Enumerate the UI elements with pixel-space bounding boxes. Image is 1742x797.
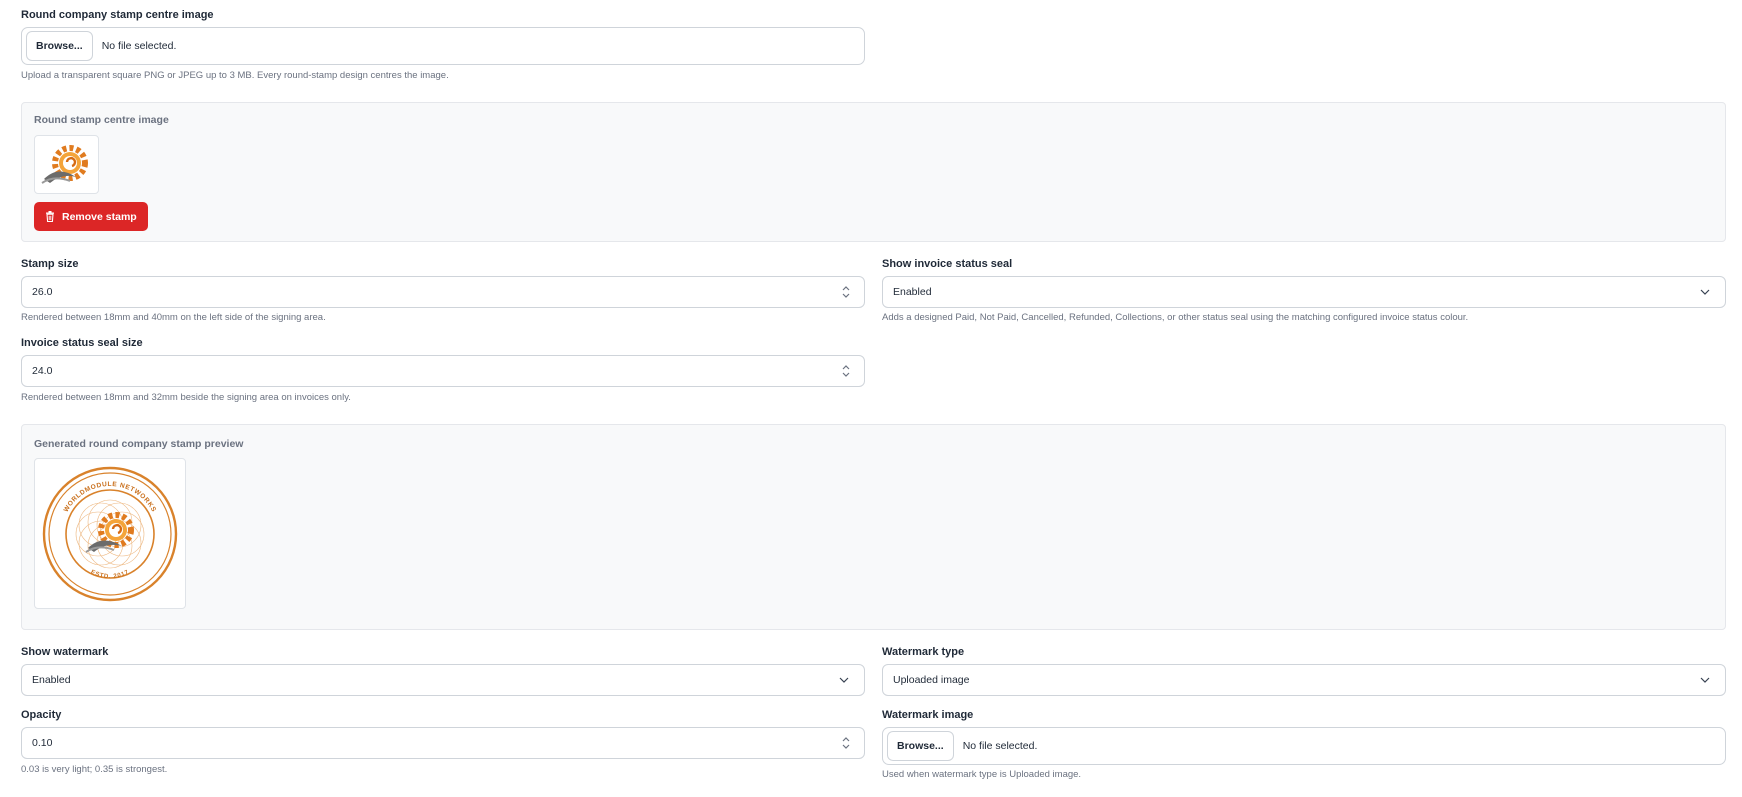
stamp-size-label: Stamp size: [21, 258, 79, 270]
remove-stamp-button[interactable]: Remove stamp: [34, 202, 148, 231]
status-seal-select[interactable]: Enabled: [882, 276, 1726, 308]
seal-size-label: Invoice status seal size: [21, 337, 143, 349]
number-spinner-icon[interactable]: [840, 734, 852, 752]
stamp-preview-title: Generated round company stamp preview: [34, 438, 244, 450]
opacity-value: 0.10: [32, 737, 53, 749]
stamp-upload-label: Round company stamp centre image: [21, 9, 214, 21]
watermark-type-selected: Uploaded image: [893, 674, 970, 686]
svg-text:ESTD. 2017: ESTD. 2017: [90, 569, 131, 580]
number-spinner-icon[interactable]: [840, 362, 852, 380]
centre-image-title: Round stamp centre image: [34, 114, 169, 126]
watermark-type-label: Watermark type: [882, 646, 965, 658]
opacity-input[interactable]: 0.10: [21, 727, 865, 759]
stamp-bottom-text: ESTD. 2017: [90, 569, 130, 580]
opacity-help: 0.03 is very light; 0.35 is strongest.: [21, 764, 168, 775]
watermark-image-label: Watermark image: [882, 709, 974, 721]
round-stamp-icon: WORLDMODULE NETWORKS ESTD. 2017: [42, 466, 178, 601]
centre-image-panel: Round stamp centre image Remove stamp: [21, 102, 1726, 242]
chevron-down-icon: [838, 674, 850, 686]
stamp-size-value: 26.0: [32, 286, 53, 298]
stamp-upload-help: Upload a transparent square PNG or JPEG …: [21, 70, 449, 81]
watermark-file-status: No file selected.: [962, 740, 1038, 752]
chevron-down-icon: [1699, 674, 1711, 686]
show-watermark-selected: Enabled: [32, 674, 71, 686]
status-seal-selected: Enabled: [893, 286, 932, 298]
stamp-top-text: WORLDMODULE NETWORKS: [63, 480, 157, 512]
watermark-image-help: Used when watermark type is Uploaded ima…: [882, 769, 1082, 780]
status-seal-help: Adds a designed Paid, Not Paid, Cancelle…: [882, 312, 1469, 323]
stamp-file-input[interactable]: Browse... No file selected.: [21, 27, 865, 65]
watermark-browse-button[interactable]: Browse...: [887, 731, 954, 761]
svg-text:WORLDMODULE NETWORKS: WORLDMODULE NETWORKS: [63, 480, 158, 512]
number-spinner-icon[interactable]: [840, 283, 852, 301]
watermark-file-input[interactable]: Browse... No file selected.: [882, 727, 1726, 765]
show-watermark-label: Show watermark: [21, 646, 109, 658]
seal-size-input[interactable]: 24.0: [21, 355, 865, 387]
gear-swirl-logo-icon: [40, 144, 88, 184]
trash-icon: [46, 211, 54, 222]
stamp-preview-panel: Generated round company stamp preview WO…: [21, 424, 1726, 630]
stamp-browse-button[interactable]: Browse...: [26, 31, 93, 61]
seal-size-value: 24.0: [32, 365, 53, 377]
remove-stamp-label: Remove stamp: [62, 210, 137, 223]
chevron-down-icon: [1699, 286, 1711, 298]
seal-size-help: Rendered between 18mm and 32mm beside th…: [21, 392, 351, 403]
opacity-label: Opacity: [21, 709, 62, 721]
show-watermark-select[interactable]: Enabled: [21, 664, 865, 696]
stamp-size-help: Rendered between 18mm and 40mm on the le…: [21, 312, 326, 323]
watermark-type-select[interactable]: Uploaded image: [882, 664, 1726, 696]
stamp-preview-image: WORLDMODULE NETWORKS ESTD. 2017: [34, 458, 186, 609]
stamp-size-input[interactable]: 26.0: [21, 276, 865, 308]
status-seal-label: Show invoice status seal: [882, 258, 1013, 270]
centre-image-thumbnail: [34, 135, 99, 194]
stamp-file-status: No file selected.: [101, 40, 177, 52]
